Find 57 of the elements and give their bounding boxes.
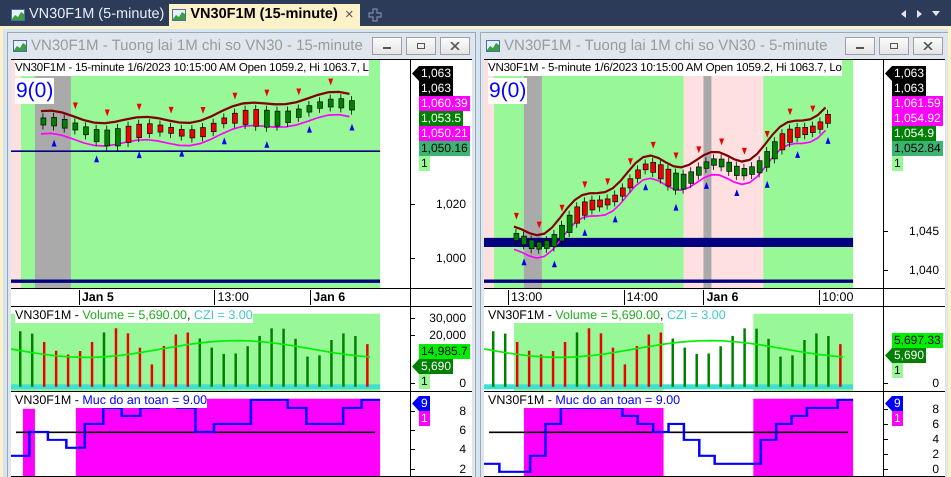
axis-tick-label: 6	[932, 416, 939, 431]
x-axis-label: 14:00	[624, 290, 658, 305]
value-badge: 1,054.9	[892, 126, 936, 141]
x-axis-label: Jan 6	[703, 290, 738, 305]
value-badge: 1,063	[892, 81, 926, 96]
axis-tick-label: 6	[459, 422, 466, 437]
value-badge: 14,985.7	[419, 344, 470, 359]
value-badge: 1	[892, 363, 903, 378]
value-badge: 1,050.16	[419, 141, 470, 156]
chart-header: VN30F1M - Muc do an toan = 9.00	[15, 392, 208, 408]
value-badge: 1	[419, 411, 430, 426]
window-title: VN30F1M - Tuong lai 1M chi so VN30 - 5-minute	[504, 36, 828, 56]
value-badge: 1,061.59	[892, 96, 943, 111]
axis-tick-label: 8	[459, 404, 466, 418]
x-axis-label: 13:00	[214, 290, 249, 305]
chart-header: VN30F1M - 15-minute 1/6/2023 10:15:00 AM Open 1059.2, Hi 1063.7, L	[15, 60, 369, 76]
axis-tick-label: 4	[932, 432, 939, 446]
axis-tick-label: 1,045	[908, 224, 939, 238]
chart-header: VN30F1M - Muc do an toan = 9.00	[488, 392, 680, 408]
axis-tick-label: 2	[932, 447, 939, 462]
document-tab[interactable]: VN30F1M (15-minute) ×	[169, 4, 360, 26]
value-badge: 1	[892, 156, 903, 171]
x-axis-label: 13:00	[508, 290, 542, 305]
axis-tick-label: 0	[459, 376, 466, 390]
chart-header: VN30F1M - Volume = 5,690.00, CZI = 3.00	[488, 307, 726, 323]
value-badge: 1,053.5	[419, 111, 464, 126]
value-badge: 1	[419, 156, 430, 171]
axis-tick-label: 30,000	[429, 310, 466, 325]
value-badge: 1,063	[419, 81, 454, 96]
axis-tick-label: 20,000	[429, 328, 466, 342]
close-tab-button[interactable]: ×	[342, 4, 357, 26]
axis-tick-label: 8	[932, 402, 939, 416]
axis-tick-label: 4	[459, 442, 466, 456]
value-badge: 9	[892, 396, 903, 411]
axis-tick-label: 0	[932, 376, 939, 390]
axis-tick-label: 1,000	[436, 251, 466, 266]
chart-header: VN30F1M - Volume = 5,690.00, CZI = 3.00	[15, 307, 253, 323]
chart-header: VN30F1M - 5-minute 1/6/2023 10:15:00 AM Open 1059.2, Hi 1063.7, Lo	[488, 60, 842, 76]
value-badge: 1,052.84	[892, 141, 943, 156]
x-axis-label: Jan 6	[310, 290, 346, 305]
value-badge: 9	[419, 396, 430, 411]
x-axis-label: 10:00	[819, 290, 854, 305]
signal-label: 9(0)	[488, 78, 528, 104]
value-badge: 1,054.92	[892, 111, 943, 126]
x-axis-label: Jan 5	[78, 290, 114, 305]
value-badge: 1	[419, 374, 430, 389]
value-badge: 1	[892, 411, 903, 426]
value-badge: 5,697.33	[892, 333, 943, 348]
value-badge: 1,050.21	[419, 126, 470, 141]
value-badge: 1,060.39	[419, 96, 470, 111]
axis-tick-label: 1,020	[436, 196, 466, 211]
window-title: VN30F1M - Tuong lai 1M chi so VN30 - 15-minute	[31, 36, 364, 56]
axis-tick-label: 0	[932, 462, 939, 476]
document-tab[interactable]: VN30F1M (5-minute)	[8, 4, 168, 26]
axis-tick-label: 2	[459, 462, 466, 476]
axis-tick-label: 1,040	[908, 262, 939, 277]
signal-label: 9(0)	[15, 78, 54, 104]
